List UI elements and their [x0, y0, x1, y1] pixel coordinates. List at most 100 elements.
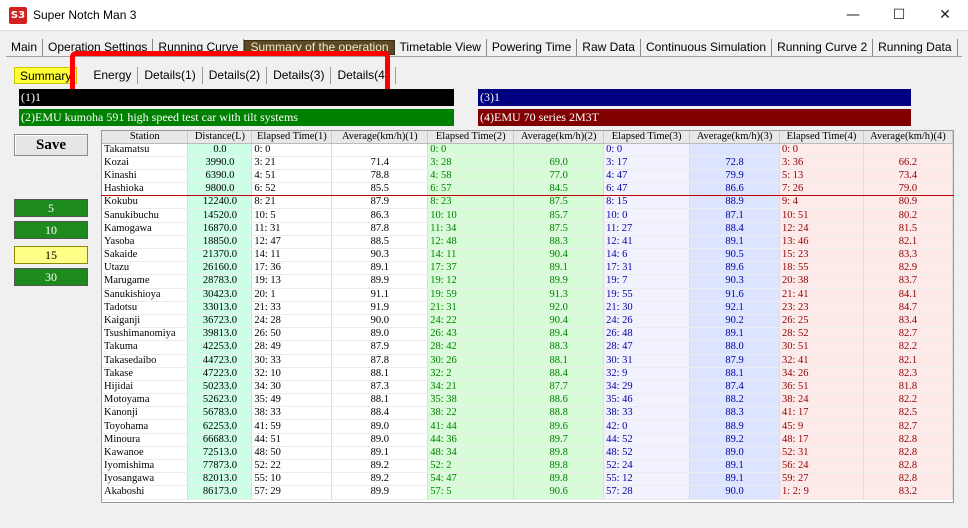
- elapsed-1-cell: 21: 33: [251, 301, 333, 315]
- average-1-cell: 89.9: [331, 485, 429, 500]
- elapsed-2-cell: 24: 22: [427, 314, 515, 329]
- col-header-elapsed-3[interactable]: Elapsed Time(3): [603, 131, 691, 144]
- average-1-cell: 87.8: [331, 354, 429, 368]
- table-row[interactable]: Motoyama 52623.0 35: 49 88.1 35: 38 88.6 35: 4…: [102, 393, 953, 408]
- table-row[interactable]: Iyosangawa 82013.0 55: 10 89.2 54: 47 89.8 55:…: [102, 472, 953, 487]
- table-row[interactable]: Iyomishima 77873.0 52: 22 89.2 52: 2 89.8 52: …: [102, 459, 953, 474]
- series-2-bar: (2)EMU kumoha 591 high speed test car wi…: [19, 109, 454, 126]
- average-4-cell: 82.8: [863, 472, 953, 487]
- table-row[interactable]: Hijidai 50233.0 34: 30 87.3 34: 21 87.7 34: 29…: [102, 380, 953, 395]
- elapsed-2-cell: 30: 26: [427, 354, 515, 368]
- col-header-distance[interactable]: Distance(L): [187, 131, 253, 144]
- summary-grid[interactable]: Station Distance(L) Elapsed Time(1) Aver…: [101, 130, 954, 503]
- tab-continuous-simulation[interactable]: Continuous Simulation: [641, 39, 773, 56]
- minimize-button[interactable]: —: [830, 0, 876, 30]
- elapsed-4-cell: 26: 25: [779, 314, 864, 329]
- average-2-cell: 69.0: [513, 156, 605, 170]
- table-row[interactable]: Yasoba 18850.0 12: 47 88.5 12: 48 88.3 12: 41 8…: [102, 235, 953, 250]
- table-row[interactable]: Takasedaibo 44723.0 30: 33 87.8 30: 26 88.1 30…: [102, 354, 953, 368]
- table-row[interactable]: Kanonji 56783.0 38: 33 88.4 38: 22 88.8 38: 33…: [102, 406, 953, 421]
- interval-10-button[interactable]: 10: [14, 221, 88, 239]
- maximize-button[interactable]: ☐: [876, 0, 922, 30]
- distance-cell: 30423.0: [187, 288, 253, 302]
- table-row[interactable]: Tsushimanomiya 39813.0 26: 50 89.0 26: 43 89.…: [102, 327, 953, 342]
- col-header-average-4[interactable]: Average(km/h)(4): [863, 131, 953, 144]
- average-1-cell: 88.4: [331, 406, 429, 421]
- station-cell: Takasedaibo: [102, 354, 189, 368]
- average-4-cell: 82.8: [863, 459, 953, 474]
- col-header-elapsed-4[interactable]: Elapsed Time(4): [779, 131, 864, 144]
- average-2-cell: 87.5: [513, 222, 605, 236]
- elapsed-3-cell: 24: 26: [603, 314, 691, 329]
- elapsed-4-cell: 28: 52: [779, 327, 864, 342]
- col-header-average-3[interactable]: Average(km/h)(3): [689, 131, 781, 144]
- elapsed-1-cell: 17: 36: [251, 261, 333, 276]
- table-row[interactable]: Sanukibuchu 14520.0 10: 5 86.3 10: 10 85.7 10:…: [102, 208, 953, 223]
- tab-powering-time[interactable]: Powering Time: [487, 39, 578, 56]
- elapsed-1-cell: 41: 59: [251, 419, 333, 434]
- table-row[interactable]: Takase 47223.0 32: 10 88.1 32: 2 88.4 32: 9 88.…: [102, 367, 953, 381]
- tab-running-data[interactable]: Running Data: [873, 39, 958, 56]
- col-header-station[interactable]: Station: [102, 131, 189, 144]
- average-1-cell: 90.0: [331, 314, 429, 329]
- elapsed-1-cell: 35: 49: [251, 393, 333, 408]
- table-row[interactable]: Takuma 42253.0 28: 49 87.9 28: 42 88.3 28: 47 8…: [102, 340, 953, 355]
- tab-raw-data[interactable]: Raw Data: [577, 39, 641, 56]
- distance-cell: 62253.0: [187, 419, 253, 434]
- station-cell: Marugame: [102, 274, 189, 289]
- elapsed-1-cell: 30: 33: [251, 354, 333, 368]
- table-row[interactable]: Kawanoe 72513.0 48: 50 89.1 48: 34 89.8 48: 52…: [102, 446, 953, 461]
- table-row[interactable]: Sanukishioya 30423.0 20: 1 91.1 19: 59 91.3 19…: [102, 288, 953, 302]
- average-4-cell: 79.0: [863, 182, 953, 197]
- station-cell: Sanukishioya: [102, 288, 189, 302]
- table-row[interactable]: Toyohama 62253.0 41: 59 89.0 41: 44 89.6 42: 0…: [102, 419, 953, 434]
- elapsed-4-cell: 21: 41: [779, 288, 864, 302]
- table-row[interactable]: Kozai 3990.0 3: 21 71.4 3: 28 69.0 3: 17 72.8 3:…: [102, 156, 953, 170]
- elapsed-2-cell: 19: 12: [427, 274, 515, 289]
- average-2-cell: 92.0: [513, 301, 605, 315]
- tab-timetable-view[interactable]: Timetable View: [395, 39, 487, 56]
- tab-running-curve-2[interactable]: Running Curve 2: [772, 39, 874, 56]
- average-2-cell: 89.4: [513, 327, 605, 342]
- elapsed-3-cell: 32: 9: [603, 367, 691, 381]
- average-4-cell: 82.3: [863, 367, 953, 381]
- col-header-average-1[interactable]: Average(km/h)(1): [331, 131, 429, 144]
- table-row[interactable]: Kokubu 12240.0 8: 21 87.9 8: 23 87.5 8: 15 88.9…: [102, 195, 953, 210]
- average-2-cell: 89.6: [513, 419, 605, 434]
- average-3-cell: 89.2: [689, 433, 781, 447]
- table-row[interactable]: Kaiganji 36723.0 24: 28 90.0 24: 22 90.4 24: 2…: [102, 314, 953, 329]
- col-header-elapsed-2[interactable]: Elapsed Time(2): [427, 131, 515, 144]
- average-3-cell: 87.9: [689, 354, 781, 368]
- tab-summary[interactable]: Summary: [14, 67, 78, 84]
- table-row[interactable]: Tadotsu 33013.0 21: 33 91.9 21: 31 92.0 21: 30…: [102, 301, 953, 315]
- interval-30-button[interactable]: 30: [14, 268, 88, 286]
- col-header-elapsed-1[interactable]: Elapsed Time(1): [251, 131, 333, 144]
- table-row[interactable]: Kamogawa 16870.0 11: 31 87.8 11: 34 87.5 11: 2…: [102, 222, 953, 236]
- table-row[interactable]: Kinashi 6390.0 4: 51 78.8 4: 58 77.0 4: 47 79.9…: [102, 169, 953, 184]
- table-row[interactable]: Marugame 28783.0 19: 13 89.9 19: 12 89.9 19: 7…: [102, 274, 953, 289]
- col-header-average-2[interactable]: Average(km/h)(2): [513, 131, 605, 144]
- elapsed-2-cell: 17: 37: [427, 261, 515, 276]
- interval-15-button[interactable]: 15: [14, 246, 88, 264]
- tab-main[interactable]: Main: [6, 39, 44, 56]
- close-button[interactable]: ✕: [922, 0, 968, 30]
- save-button[interactable]: Save: [14, 134, 88, 156]
- elapsed-1-cell: 44: 51: [251, 433, 333, 447]
- table-row[interactable]: Takamatsu 0.0 0: 0 0: 0 0: 0 0: 0: [102, 143, 953, 157]
- average-4-cell: 82.1: [863, 235, 953, 250]
- table-row[interactable]: Minoura 66683.0 44: 51 89.0 44: 36 89.7 44: 52…: [102, 433, 953, 447]
- elapsed-4-cell: 13: 46: [779, 235, 864, 250]
- table-row[interactable]: Akaboshi 86173.0 57: 29 89.9 57: 5 90.6 57: 28…: [102, 485, 953, 500]
- table-row[interactable]: Hashioka 9800.0 6: 52 85.5 6: 57 84.5 6: 47 86.…: [102, 182, 953, 197]
- elapsed-2-cell: 3: 28: [427, 156, 515, 170]
- average-1-cell: 88.5: [331, 235, 429, 250]
- distance-cell: 28783.0: [187, 274, 253, 289]
- table-row[interactable]: Utazu 26160.0 17: 36 89.1 17: 37 89.1 17: 31 89…: [102, 261, 953, 276]
- interval-5-button[interactable]: 5: [14, 199, 88, 217]
- average-4-cell: 80.2: [863, 208, 953, 223]
- average-1-cell: 91.9: [331, 301, 429, 315]
- elapsed-2-cell: 52: 2: [427, 459, 515, 474]
- table-row[interactable]: Sakaide 21370.0 14: 11 90.3 14: 11 90.4 14: 69…: [102, 248, 953, 263]
- elapsed-4-cell: 52: 31: [779, 446, 864, 461]
- average-1-cell: 88.1: [331, 393, 429, 408]
